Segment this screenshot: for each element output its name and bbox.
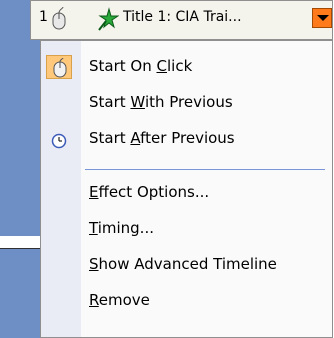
menu-item-label: Show Advanced Timeline xyxy=(89,255,277,273)
menu-item-start-after-previous[interactable]: Start After Previous xyxy=(41,125,332,161)
menu-item-label: Effect Options... xyxy=(89,183,210,201)
checked-indicator xyxy=(46,55,72,79)
animation-order-number: 1 xyxy=(39,9,48,25)
menu-item-start-with-previous[interactable]: Start With Previous xyxy=(41,89,332,125)
menu-item-effect-options[interactable]: Effect Options... xyxy=(41,179,332,215)
dropdown-button[interactable] xyxy=(312,8,332,28)
chevron-down-icon xyxy=(317,15,329,21)
menu-item-remove[interactable]: Remove xyxy=(41,287,332,323)
menu-item-show-advanced-timeline[interactable]: Show Advanced Timeline xyxy=(41,251,332,287)
menu-item-label: Remove xyxy=(89,291,150,309)
star-effect-icon xyxy=(98,7,119,31)
menu-separator xyxy=(85,169,325,170)
background-panel xyxy=(0,0,40,338)
mouse-icon xyxy=(52,7,66,30)
mouse-icon xyxy=(53,58,67,78)
menu-item-start-on-click[interactable]: Start On Click xyxy=(41,53,332,89)
background-strip xyxy=(0,236,40,248)
menu-item-timing[interactable]: Timing... xyxy=(41,215,332,251)
animation-item-header[interactable]: 1 Title 1: CIA Trai... xyxy=(30,0,333,40)
background-line xyxy=(0,248,40,249)
menu-item-label: Timing... xyxy=(89,219,154,237)
menu-item-label: Start With Previous xyxy=(89,93,233,111)
clock-icon xyxy=(51,133,67,149)
menu-item-label: Start After Previous xyxy=(89,129,235,147)
context-menu: Start On Click Start With Previous Start… xyxy=(40,40,333,338)
animation-item-title: Title 1: CIA Trai... xyxy=(123,9,242,25)
menu-item-label: Start On Click xyxy=(89,57,193,75)
